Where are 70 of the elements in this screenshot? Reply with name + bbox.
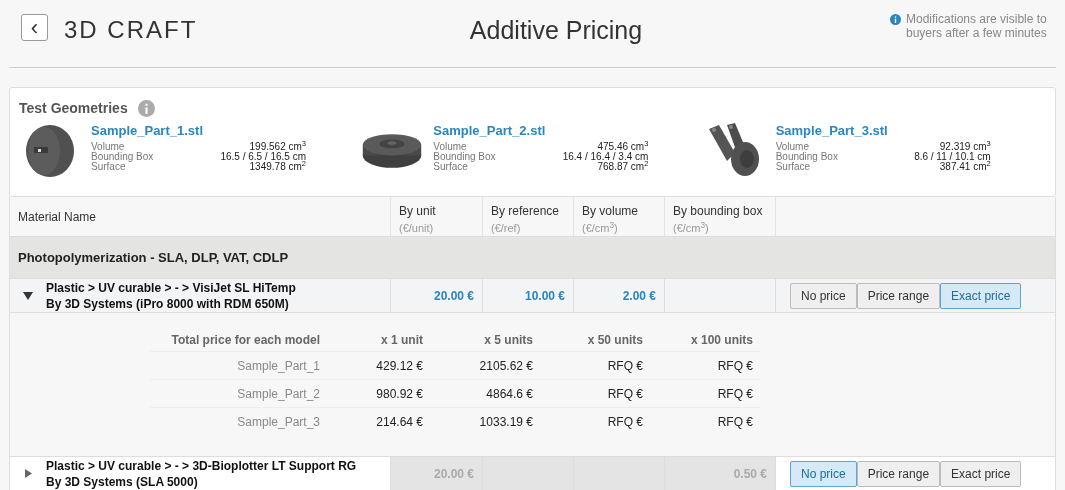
price-value: RFQ € — [606, 357, 643, 375]
part-link[interactable]: Sample_Part_2.stl — [433, 121, 546, 141]
price-value: RFQ € — [716, 413, 753, 431]
page-title: Additive Pricing — [468, 15, 644, 46]
column-unit: (€/ref) — [491, 221, 522, 236]
price-value: 429.12 € — [375, 357, 423, 375]
spec-label: Bounding Box — [91, 151, 154, 162]
spec-value: 16.5 / 6.5 / 16.5 cm — [220, 151, 306, 162]
spec-value: 8.6 / 11 / 10.1 cm — [914, 151, 991, 162]
spec-label: Volume — [775, 141, 809, 152]
price-mode-button[interactable]: Exact price — [940, 282, 1022, 309]
column-header: By bounding box — [673, 203, 764, 220]
spec-value: 1349.78 cm$^{2}$ — [249, 161, 306, 172]
column-header: Material Name — [18, 208, 98, 226]
price-cell[interactable] — [574, 457, 665, 490]
material-path: Plastic > UV curable > - > 3D-Bioplotter LT Support RG — [46, 457, 357, 474]
section-title: Test Geometries — [19, 99, 128, 118]
spec-value: 199.562 cm$^{3}$ — [249, 141, 306, 152]
detail-header: x 50 units — [586, 332, 643, 349]
column-unit: (€/cm$^{3}$) — [582, 220, 619, 236]
spec-value: 768.87 cm$^{2}$ — [597, 161, 649, 172]
notice-text: Modifications are visible to buyers after a few minutes — [906, 12, 1048, 40]
model-name: Sample_Part_3 — [236, 413, 320, 431]
price-value: RFQ € — [716, 385, 753, 403]
spec-label: Volume — [433, 141, 467, 152]
info-icon — [137, 100, 155, 117]
price-value: 980.92 € — [375, 385, 423, 403]
price-value: RFQ € — [606, 385, 643, 403]
spec-label: Surface — [775, 161, 811, 172]
price-value: 4864.6 € — [485, 385, 533, 403]
price-mode-button[interactable]: No price — [790, 282, 857, 309]
price-value: 1033.19 € — [478, 413, 533, 431]
detail-header: x 100 units — [689, 332, 753, 349]
column-unit: (€/unit) — [399, 221, 435, 236]
price-value: RFQ € — [606, 413, 643, 431]
price-cell[interactable]: 10.00 € — [483, 279, 574, 312]
part-link[interactable]: Sample_Part_3.stl — [775, 121, 888, 141]
detail-header: Total price for each model — [170, 332, 320, 349]
price-value: RFQ € — [716, 357, 753, 375]
spec-label: Surface — [433, 161, 468, 172]
price-cell[interactable] — [483, 457, 574, 490]
price-cell[interactable]: 2.00 € — [574, 279, 665, 312]
model-name: Sample_Part_1 — [236, 357, 320, 375]
model-name: Sample_Part_2 — [236, 385, 320, 403]
detail-header: x 1 unit — [380, 332, 423, 349]
spec-label: Volume — [91, 141, 125, 152]
spec-label: Surface — [91, 161, 126, 172]
part-link[interactable]: Sample_Part_1.stl — [91, 121, 203, 141]
spec-label: Bounding Box — [775, 151, 838, 162]
material-maker: By 3D Systems (SLA 5000) — [46, 473, 199, 490]
group-title: Photopolymerization - SLA, DLP, VAT, CDLP — [18, 248, 289, 267]
column-header: By unit — [399, 203, 437, 220]
price-mode-button[interactable]: Price range — [856, 282, 941, 309]
material-path: Plastic > UV curable > - > VisiJet SL HiTemp — [46, 279, 296, 296]
spec-label: Bounding Box — [433, 151, 496, 162]
price-value: 2105.62 € — [478, 357, 533, 375]
spec-value: 475.46 cm$^{3}$ — [597, 141, 649, 152]
back-button[interactable]: ‹ — [21, 14, 48, 41]
brand-name: 3D CRAFT — [64, 15, 199, 45]
column-header: By volume — [582, 203, 640, 220]
column-header: By reference — [491, 203, 561, 220]
column-unit: (€/cm$^{3}$) — [673, 220, 710, 236]
material-maker: By 3D Systems (iPro 8000 with RDM 650M) — [46, 295, 290, 312]
spec-value: 387.41 cm$^{2}$ — [939, 161, 991, 172]
info-icon — [890, 14, 901, 25]
price-cell[interactable]: 20.00 € — [391, 279, 483, 312]
detail-header: x 5 units — [483, 332, 533, 349]
spec-value: 16.4 / 16.4 / 3.4 cm — [562, 151, 649, 162]
price-value: 214.64 € — [375, 413, 423, 431]
spec-value: 92.319 cm$^{3}$ — [939, 141, 991, 152]
